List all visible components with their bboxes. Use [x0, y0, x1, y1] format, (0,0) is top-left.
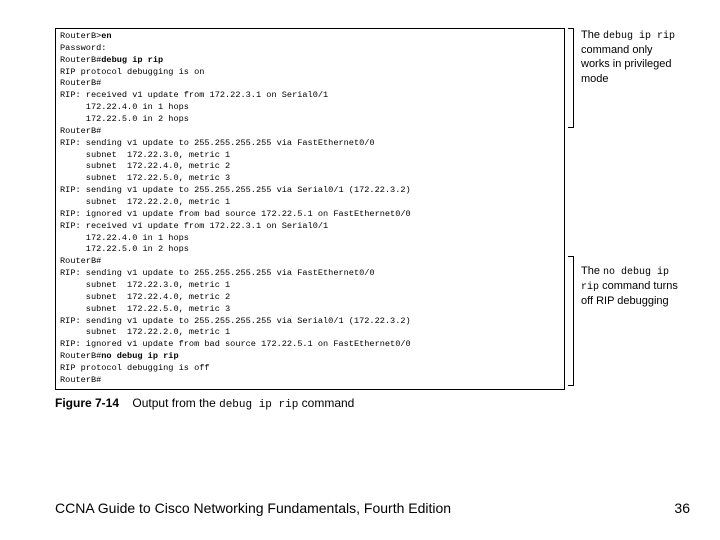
annot-top-mono: debug ip rip: [603, 31, 675, 42]
annotation-debug-on: The debug ip rip command only works in p…: [581, 28, 681, 86]
slide-number: 36: [674, 500, 690, 516]
figure-caption-post: command: [298, 396, 354, 410]
terminal-line: subnet 172.22.5.0, metric 3: [60, 304, 560, 316]
terminal-line: subnet 172.22.5.0, metric 3: [60, 173, 560, 185]
terminal-line: RIP: ignored v1 update from bad source 1…: [60, 209, 560, 221]
annot-bot-pre: The: [581, 265, 603, 277]
terminal-line: subnet 172.22.2.0, metric 1: [60, 327, 560, 339]
terminal-line: RouterB>en: [60, 31, 560, 43]
terminal-line: RIP: sending v1 update to 255.255.255.25…: [60, 185, 560, 197]
terminal-line: RIP: ignored v1 update from bad source 1…: [60, 339, 560, 351]
figure-caption-mono: debug ip rip: [219, 399, 298, 411]
annotation-column: The debug ip rip command only works in p…: [575, 28, 685, 390]
terminal-line: 172.22.4.0 in 1 hops: [60, 233, 560, 245]
annot-top-pre: The: [581, 29, 603, 41]
terminal-line: subnet 172.22.4.0, metric 2: [60, 161, 560, 173]
terminal-line: RIP protocol debugging is off: [60, 363, 560, 375]
terminal-line: subnet 172.22.3.0, metric 1: [60, 280, 560, 292]
terminal-line: Password:: [60, 43, 560, 55]
bracket-top: [568, 28, 574, 128]
terminal-line: RIP: received v1 update from 172.22.3.1 …: [60, 221, 560, 233]
terminal-line: 172.22.5.0 in 2 hops: [60, 244, 560, 256]
footer-book-title: CCNA Guide to Cisco Networking Fundament…: [55, 500, 451, 516]
terminal-output: RouterB>enPassword:RouterB#debug ip ripR…: [55, 28, 565, 390]
terminal-line: RouterB#: [60, 375, 560, 387]
terminal-line: RIP: sending v1 update to 255.255.255.25…: [60, 268, 560, 280]
terminal-line: subnet 172.22.2.0, metric 1: [60, 197, 560, 209]
slide-page: RouterB>enPassword:RouterB#debug ip ripR…: [0, 0, 720, 540]
terminal-line: RouterB#: [60, 256, 560, 268]
figure-row: RouterB>enPassword:RouterB#debug ip ripR…: [55, 28, 702, 390]
terminal-line: RIP: sending v1 update to 255.255.255.25…: [60, 316, 560, 328]
terminal-line: RouterB#debug ip rip: [60, 55, 560, 67]
terminal-line: subnet 172.22.4.0, metric 2: [60, 292, 560, 304]
terminal-line: 172.22.4.0 in 1 hops: [60, 102, 560, 114]
terminal-line: 172.22.5.0 in 2 hops: [60, 114, 560, 126]
figure-caption: Figure 7-14 Output from the debug ip rip…: [55, 396, 702, 411]
bracket-column: [565, 28, 575, 390]
terminal-line: RIP: received v1 update from 172.22.3.1 …: [60, 90, 560, 102]
annot-top-post: command only works in privileged mode: [581, 44, 671, 85]
terminal-line: RouterB#no debug ip rip: [60, 351, 560, 363]
terminal-line: RouterB#: [60, 78, 560, 90]
terminal-line: subnet 172.22.3.0, metric 1: [60, 150, 560, 162]
terminal-line: RouterB#: [60, 126, 560, 138]
terminal-line: RIP protocol debugging is on: [60, 67, 560, 79]
bracket-bottom: [568, 256, 574, 386]
figure-caption-pre: Output from the: [132, 396, 219, 410]
terminal-line: RIP: sending v1 update to 255.255.255.25…: [60, 138, 560, 150]
figure-number: Figure 7-14: [55, 396, 119, 410]
annotation-debug-off: The no debug ip rip command turns off RI…: [581, 264, 681, 308]
